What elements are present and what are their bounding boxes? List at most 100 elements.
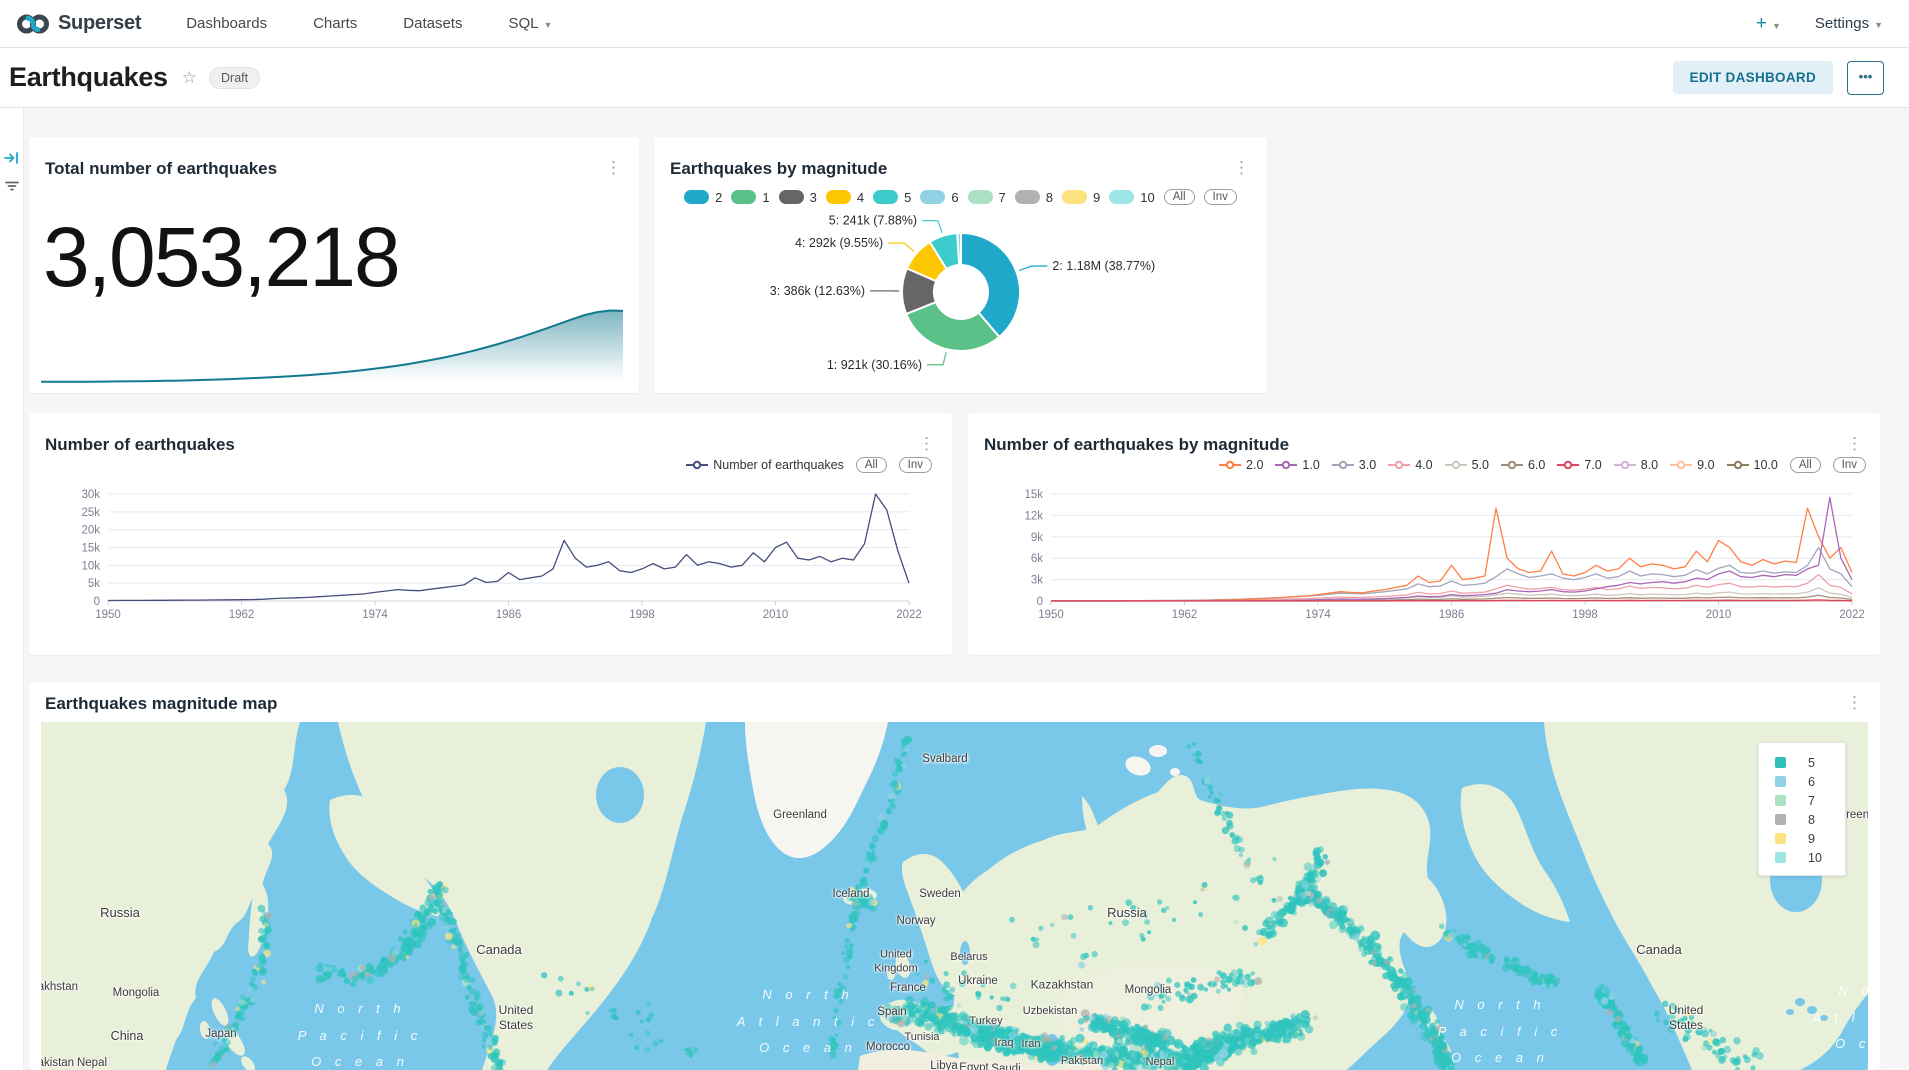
card-earthquakes-by-magnitude-lines: Number of earthquakes by magnitude ⋮ 2.0… [968, 413, 1880, 655]
more-options-button[interactable]: ••• [1847, 61, 1884, 95]
y-axis-tick: 20k [81, 525, 100, 537]
map-label-kazakhstan: Kazakhstan [41, 980, 78, 994]
kebab-menu-icon[interactable]: ⋮ [1841, 692, 1868, 713]
map-legend-item-8[interactable]: 8 [1775, 810, 1845, 829]
y-axis-tick: 0 [94, 596, 100, 608]
navbar-right: +▼ Settings▼ [1756, 13, 1883, 35]
superset-logo[interactable]: Superset [16, 12, 141, 36]
series-line-1.0 [1051, 498, 1852, 601]
x-axis-tick: 2022 [896, 609, 922, 621]
nav-charts[interactable]: Charts [290, 15, 380, 32]
header-actions: EDIT DASHBOARD ••• [1673, 61, 1884, 95]
map-label-sweden: Sweden [919, 887, 961, 901]
map-legend-item-7[interactable]: 7 [1775, 791, 1845, 810]
map-legend-swatch [1775, 776, 1786, 787]
map-label-ukraine: Ukraine [958, 974, 998, 988]
map-label-canada: Canada [1636, 942, 1682, 958]
expand-filters-icon[interactable] [4, 150, 20, 166]
line-chart: 30k25k20k15k10k5k01950196219741986199820… [29, 413, 952, 655]
superset-infinity-icon [16, 12, 50, 36]
edit-dashboard-button[interactable]: EDIT DASHBOARD [1673, 61, 1833, 94]
map-label-svalbard: Svalbard [922, 752, 967, 766]
series-line-2.0 [1051, 508, 1852, 601]
card-number-of-earthquakes: Number of earthquakes ⋮ Number of earthq… [29, 413, 952, 655]
map-label-pakistan: Pakistan [1061, 1055, 1103, 1069]
x-axis-tick: 1974 [362, 609, 388, 621]
map-legend-label: 6 [1808, 775, 1815, 789]
x-axis-tick: 1974 [1305, 609, 1331, 621]
settings-menu[interactable]: Settings▼ [1815, 15, 1883, 32]
map-legend-label: 9 [1808, 832, 1815, 846]
brand-name: Superset [58, 12, 141, 35]
card-magnitude-map: Earthquakes magnitude map ⋮ Russia Mongol… [29, 682, 1880, 1070]
page-title: Earthquakes [9, 62, 168, 93]
map-label-united-states: United States [499, 1003, 534, 1033]
map-legend-swatch [1775, 833, 1786, 844]
map-legend: 5 6 7 8 9 10 [1758, 742, 1846, 876]
map-label-russia: Russia [1107, 905, 1147, 921]
line-chart: 15k12k9k6k3k0195019621974198619982010202… [968, 413, 1880, 655]
map-legend-label: 7 [1808, 794, 1815, 808]
x-axis-tick: 1986 [1439, 609, 1465, 621]
chevron-down-icon: ▼ [1874, 20, 1883, 30]
map-label-pakistan: Pakistan [41, 1056, 74, 1070]
x-axis-tick: 1950 [1038, 609, 1064, 621]
map-label-kazakhstan: Kazakhstan [1031, 978, 1094, 993]
x-axis-tick: 1998 [1572, 609, 1598, 621]
new-item-button[interactable]: +▼ [1756, 13, 1781, 35]
main-menu: Dashboards Charts Datasets SQL▼ [163, 15, 575, 32]
chart-title: Earthquakes magnitude map [45, 694, 277, 714]
map-label-belarus: Belarus [950, 951, 987, 965]
map-legend-swatch [1775, 757, 1786, 768]
map-label-spain: Spain [877, 1005, 906, 1019]
filter-bar-collapsed [0, 108, 24, 1070]
map-legend-label: 8 [1808, 813, 1815, 827]
y-axis-tick: 5k [88, 578, 100, 590]
map-label-uzbekistan: Uzbekistan [1023, 1005, 1077, 1019]
map-legend-swatch [1775, 795, 1786, 806]
map-legend-item-6[interactable]: 6 [1775, 772, 1845, 791]
map-labels-layer: RussiaMongoliaChinaJapanKazakhstanPakist… [41, 722, 1868, 1070]
x-axis-tick: 2022 [1839, 609, 1865, 621]
map-legend-swatch [1775, 852, 1786, 863]
donut-label-2: 2: 1.18M (38.77%) [1052, 259, 1155, 273]
map-label-saudi: Saudi [991, 1062, 1020, 1070]
navbar: Superset Dashboards Charts Datasets SQL▼… [0, 0, 1909, 48]
map-label-iran: Iran [1022, 1038, 1041, 1052]
map-ocean-label: N o r t h P a c i f i c O c e a n [298, 996, 422, 1070]
nav-datasets[interactable]: Datasets [380, 15, 485, 32]
y-axis-tick: 3k [1031, 575, 1043, 587]
x-axis-tick: 2010 [763, 609, 789, 621]
map-legend-item-9[interactable]: 9 [1775, 829, 1845, 848]
y-axis-tick: 10k [81, 560, 100, 572]
nav-sql[interactable]: SQL▼ [485, 15, 575, 32]
world-map[interactable]: RussiaMongoliaChinaJapanKazakhstanPakist… [41, 722, 1868, 1070]
favorite-star-icon[interactable]: ☆ [182, 68, 197, 88]
x-axis-tick: 1950 [95, 609, 121, 621]
map-label-libya: Libya [930, 1059, 958, 1070]
x-axis-tick: 1962 [229, 609, 255, 621]
map-label-iceland: Iceland [832, 887, 869, 901]
map-label-mongolia: Mongolia [113, 986, 160, 1000]
nav-dashboards[interactable]: Dashboards [163, 15, 290, 32]
y-axis-tick: 6k [1031, 553, 1043, 565]
x-axis-tick: 1998 [629, 609, 655, 621]
map-legend-label: 10 [1808, 851, 1822, 865]
y-axis-tick: 30k [81, 489, 100, 501]
y-axis-tick: 15k [1024, 489, 1043, 501]
donut-label-4: 4: 292k (9.55%) [795, 236, 883, 250]
map-label-turkey: Turkey [969, 1015, 1002, 1029]
map-legend-item-10[interactable]: 10 [1775, 848, 1845, 867]
filter-icon[interactable] [4, 178, 20, 194]
chevron-down-icon: ▼ [543, 20, 552, 30]
map-ocean-label: N o r t h A t l a n t i c O c e a n [737, 982, 879, 1062]
x-axis-tick: 1986 [496, 609, 522, 621]
map-legend-item-5[interactable]: 5 [1775, 753, 1845, 772]
donut-chart: 2: 1.18M (38.77%)1: 921k (30.16%)3: 386k… [654, 137, 1267, 393]
map-label-russia: Russia [100, 905, 140, 921]
x-axis-tick: 1962 [1172, 609, 1198, 621]
map-label-canada: Canada [476, 942, 522, 958]
chevron-down-icon: ▼ [1772, 21, 1781, 31]
map-label-tunisia: Tunisia [904, 1031, 939, 1045]
map-label-united-kingdom: United Kingdom [874, 948, 917, 976]
